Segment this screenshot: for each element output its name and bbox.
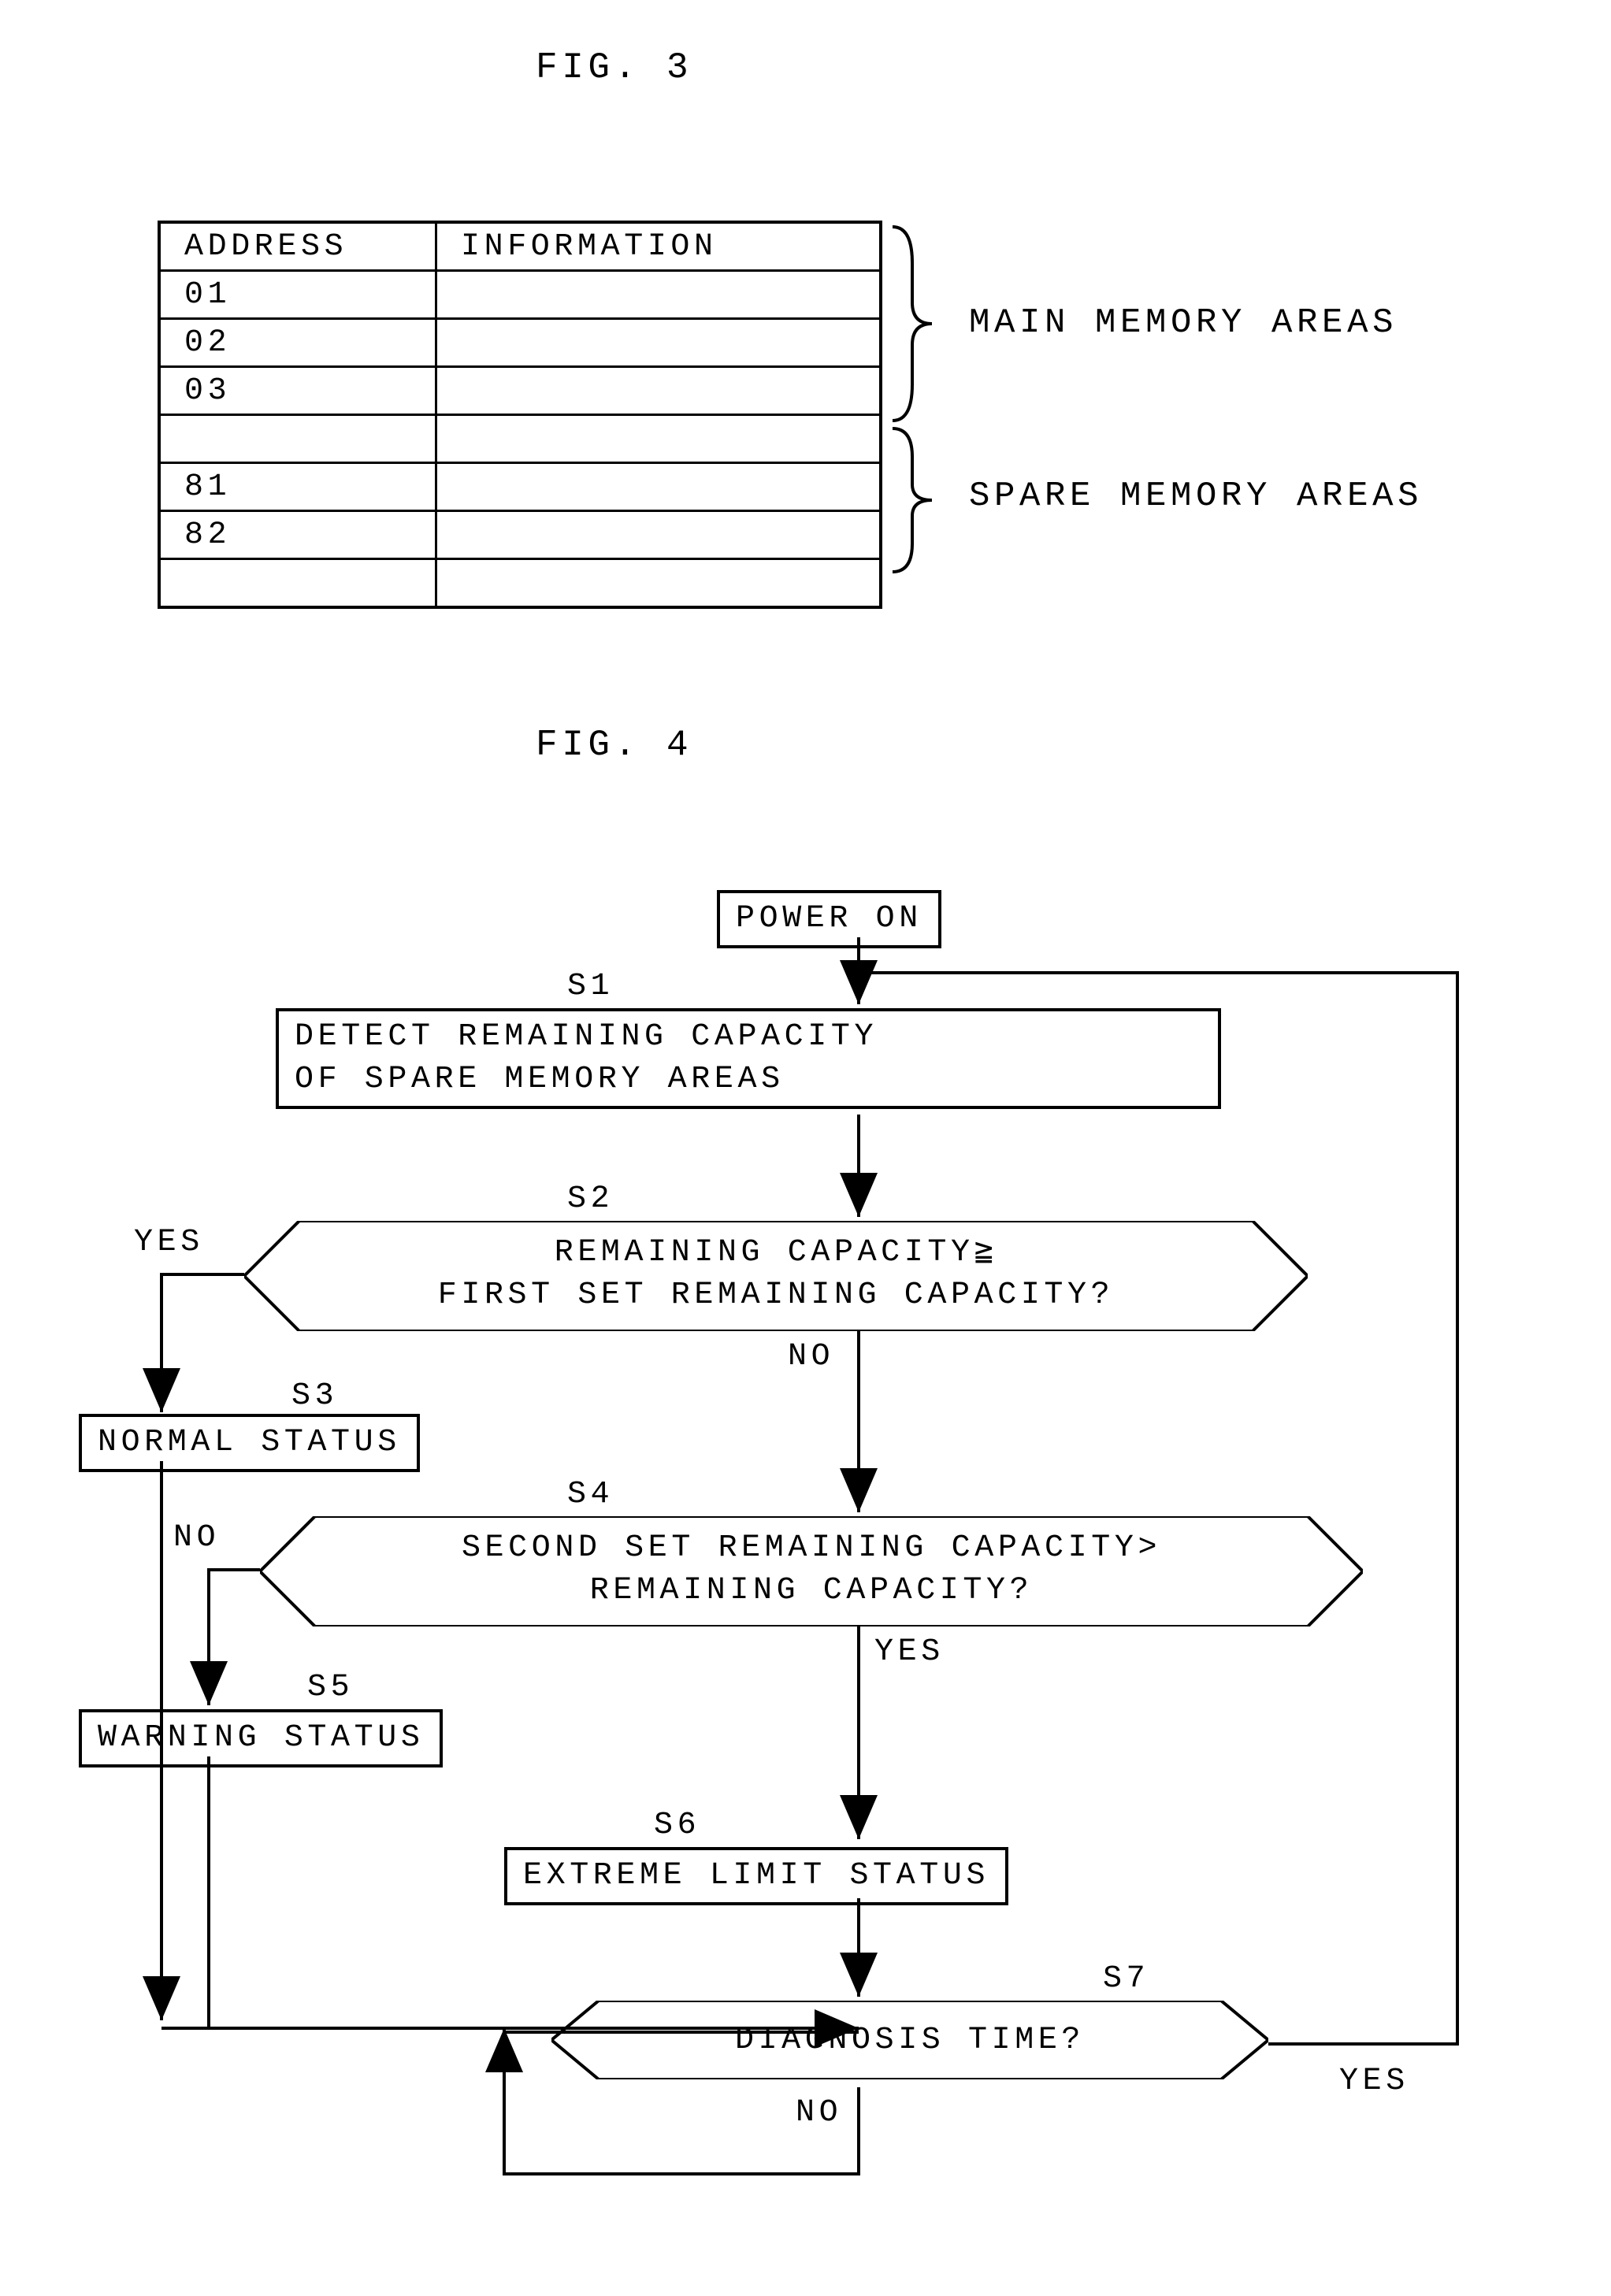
info-cell: [436, 319, 882, 367]
memory-table: ADDRESS INFORMATION 01 02 03 81 82: [158, 221, 882, 609]
addr-cell: 03: [159, 367, 436, 415]
addr-cell: [159, 415, 436, 463]
s2-no-label: NO: [788, 1339, 834, 1374]
s5-box: WARNING STATUS: [79, 1709, 443, 1767]
s2-decision: REMAINING CAPACITY≧ FIRST SET REMAINING …: [244, 1221, 1308, 1331]
s7-yes-label: YES: [1339, 2064, 1409, 2099]
fig4-title: FIG. 4: [536, 725, 692, 766]
brace-spare-icon: [889, 425, 952, 575]
power-on-box: POWER ON: [717, 890, 941, 948]
info-cell: [436, 511, 882, 559]
s3-box: NORMAL STATUS: [79, 1414, 420, 1472]
s4-no-label: NO: [173, 1520, 220, 1556]
info-cell: [436, 415, 882, 463]
s7-text: DIAGNOSIS TIME?: [614, 2020, 1205, 2062]
addr-cell: 82: [159, 511, 436, 559]
s2-label: S2: [567, 1181, 614, 1217]
info-cell: [436, 463, 882, 511]
s6-label: S6: [654, 1808, 700, 1843]
spare-memory-label: SPARE MEMORY AREAS: [969, 477, 1423, 516]
s7-decision: DIAGNOSIS TIME?: [551, 2001, 1268, 2079]
addr-cell: [159, 559, 436, 608]
s2-yes-label: YES: [134, 1225, 204, 1260]
s1-box: DETECT REMAINING CAPACITY OF SPARE MEMOR…: [276, 1008, 1221, 1109]
brace-main-icon: [889, 224, 952, 424]
s5-label: S5: [307, 1670, 354, 1705]
s4-decision: SECOND SET REMAINING CAPACITY> REMAINING…: [260, 1516, 1363, 1626]
s7-no-label: NO: [796, 2095, 842, 2131]
addr-cell: 02: [159, 319, 436, 367]
s1-label: S1: [567, 969, 614, 1004]
info-cell: [436, 559, 882, 608]
s4-text: SECOND SET REMAINING CAPACITY> REMAINING…: [323, 1527, 1300, 1612]
s7-label: S7: [1103, 1961, 1149, 1997]
addr-cell: 81: [159, 463, 436, 511]
col-info: INFORMATION: [436, 222, 882, 271]
s2-text: REMAINING CAPACITY≧ FIRST SET REMAINING …: [307, 1232, 1245, 1317]
s3-label: S3: [291, 1378, 338, 1414]
fig3-title: FIG. 3: [536, 47, 692, 88]
main-memory-label: MAIN MEMORY AREAS: [969, 303, 1398, 343]
s4-label: S4: [567, 1477, 614, 1512]
s6-box: EXTREME LIMIT STATUS: [504, 1847, 1008, 1905]
addr-cell: 01: [159, 271, 436, 319]
info-cell: [436, 271, 882, 319]
s4-yes-label: YES: [874, 1634, 945, 1670]
info-cell: [436, 367, 882, 415]
col-address: ADDRESS: [159, 222, 436, 271]
